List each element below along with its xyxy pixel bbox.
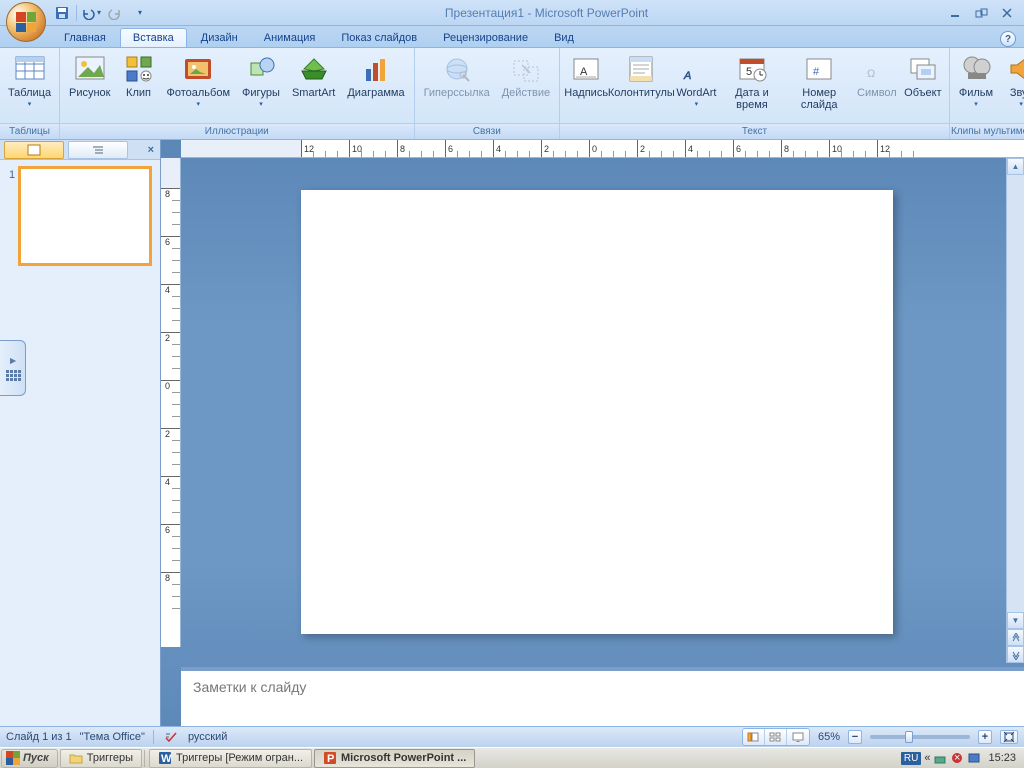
ribbon: Таблица▾ Таблицы Рисунок Клип Фотоальбом… (0, 48, 1024, 140)
textbox-button[interactable]: A Надпись (564, 50, 608, 122)
close-pane-button[interactable]: × (148, 144, 154, 156)
headerfooter-button[interactable]: Колонтитулы (610, 50, 672, 122)
next-slide-button[interactable] (1007, 646, 1024, 663)
smartart-button[interactable]: SmartArt (287, 50, 340, 122)
group-links-label: Связи (415, 123, 560, 139)
slideshow-view-button[interactable] (787, 729, 809, 745)
clipart-button[interactable]: Клип (118, 50, 160, 122)
language-indicator[interactable]: русский (188, 731, 227, 743)
chart-button[interactable]: Диаграмма (342, 50, 409, 122)
fit-window-button[interactable] (1000, 730, 1018, 744)
datetime-button[interactable]: 5 Дата и время (720, 50, 783, 122)
svg-text:W: W (161, 753, 172, 765)
taskbar-word[interactable]: W Триггеры [Режим огран... (149, 749, 312, 768)
minimize-button[interactable] (944, 5, 966, 21)
close-button[interactable] (996, 5, 1018, 21)
svg-text:5: 5 (746, 66, 752, 78)
tab-view[interactable]: Вид (542, 29, 586, 47)
object-button[interactable]: Объект (901, 50, 945, 122)
vertical-ruler[interactable]: 864202468 (161, 158, 181, 647)
slides-tab[interactable] (4, 141, 64, 159)
slide-canvas[interactable] (301, 190, 893, 634)
zoom-out-button[interactable]: − (848, 730, 862, 744)
zoom-in-button[interactable]: + (978, 730, 992, 744)
window-title: Презентация1 - Microsoft PowerPoint (149, 6, 944, 20)
slidenumber-button[interactable]: # Номер слайда (786, 50, 853, 122)
scroll-up-button[interactable]: ▲ (1007, 158, 1024, 175)
taskbar-powerpoint[interactable]: P Microsoft PowerPoint ... (314, 749, 475, 768)
sound-button[interactable]: Звук▾ (1000, 50, 1024, 122)
undo-button[interactable]: ▾ (81, 3, 101, 23)
movie-button[interactable]: Фильм▾ (954, 50, 998, 122)
clock[interactable]: 15:23 (984, 752, 1020, 764)
tray-icon-1[interactable] (933, 751, 947, 765)
sorter-view-button[interactable] (765, 729, 787, 745)
zoom-level[interactable]: 65% (818, 731, 840, 743)
title-bar: ▾ ▾ Презентация1 - Microsoft PowerPoint (0, 0, 1024, 26)
view-buttons (742, 728, 810, 746)
office-button[interactable] (6, 2, 46, 42)
symbol-button[interactable]: Ω Символ (855, 50, 899, 122)
photoalbum-button[interactable]: Фотоальбом▾ (162, 50, 236, 122)
tray-icon-2[interactable]: × (950, 751, 964, 765)
tab-review[interactable]: Рецензирование (431, 29, 540, 47)
normal-view-button[interactable] (743, 729, 765, 745)
action-button[interactable]: Действие (497, 50, 555, 122)
theme-info: "Тема Office" (80, 731, 145, 743)
group-illustrations-label: Иллюстрации (60, 123, 414, 139)
svg-text:A: A (580, 66, 588, 78)
hyperlink-button[interactable]: Гиперссылка (419, 50, 495, 122)
slides-pane: × 1 (0, 140, 161, 747)
qat-customize-button[interactable]: ▾ (129, 3, 149, 23)
collapsed-pane-handle[interactable] (0, 340, 26, 396)
tray-icon-3[interactable] (967, 751, 981, 765)
group-text-label: Текст (560, 123, 949, 139)
tab-insert[interactable]: Вставка (120, 28, 187, 47)
ribbon-tabs: Главная Вставка Дизайн Анимация Показ сл… (0, 26, 1024, 48)
outline-tab[interactable] (68, 141, 128, 159)
status-bar: Слайд 1 из 1 "Тема Office" русский 65% −… (0, 726, 1024, 747)
help-button[interactable]: ? (1000, 31, 1016, 47)
shapes-button[interactable]: Фигуры▾ (237, 50, 285, 122)
slide-thumbnail-1[interactable]: 1 (18, 166, 152, 266)
tab-slideshow[interactable]: Показ слайдов (329, 29, 429, 47)
restore-button[interactable] (970, 5, 992, 21)
slide-info: Слайд 1 из 1 (6, 731, 72, 743)
zoom-slider[interactable] (870, 735, 970, 739)
redo-button[interactable] (105, 3, 125, 23)
svg-text:#: # (813, 66, 820, 78)
table-button[interactable]: Таблица▾ (4, 50, 55, 122)
save-button[interactable] (52, 3, 72, 23)
spellcheck-button[interactable] (162, 729, 180, 745)
vertical-scrollbar[interactable]: ▲ ▼ (1006, 158, 1024, 663)
picture-button[interactable]: Рисунок (64, 50, 116, 122)
start-button[interactable]: Пуск (1, 749, 58, 768)
horizontal-ruler[interactable]: 12108642024681012 (181, 140, 1024, 158)
svg-text:A: A (683, 70, 691, 82)
scroll-down-button[interactable]: ▼ (1007, 612, 1024, 629)
windows-taskbar: Пуск Триггеры W Триггеры [Режим огран...… (0, 747, 1024, 768)
quick-access-toolbar: ▾ ▾ (52, 0, 149, 25)
taskbar-folder[interactable]: Триггеры (60, 749, 142, 768)
language-bar[interactable]: RU (901, 752, 921, 765)
wordart-button[interactable]: A WordArt▾ (674, 50, 718, 122)
group-media-label: Клипы мультимедиа (950, 123, 1024, 139)
svg-text:×: × (954, 752, 960, 764)
tray-expand-button[interactable]: « (924, 752, 930, 764)
group-tables-label: Таблицы (0, 123, 59, 139)
tab-design[interactable]: Дизайн (189, 29, 250, 47)
slide-edit-area: 12108642024681012 864202468 ▲ ▼ Заметки … (161, 140, 1024, 747)
previous-slide-button[interactable] (1007, 629, 1024, 646)
system-tray: RU « × 15:23 (901, 751, 1024, 765)
svg-text:P: P (327, 753, 334, 765)
tab-animation[interactable]: Анимация (252, 29, 328, 47)
svg-text:Ω: Ω (867, 68, 875, 80)
tab-home[interactable]: Главная (52, 29, 118, 47)
